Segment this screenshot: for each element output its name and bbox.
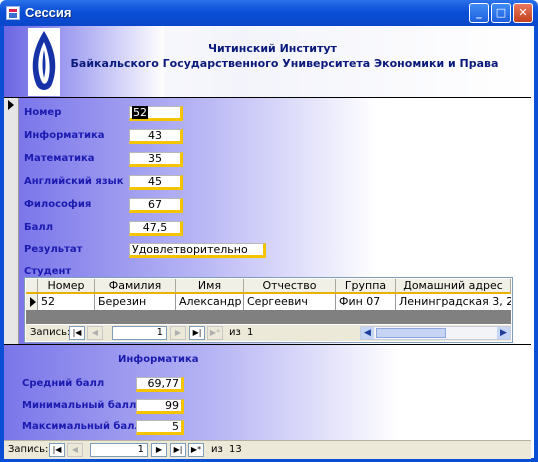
max-score-label: Максимальный балл bbox=[22, 421, 142, 432]
col-header-gruppa[interactable]: Группа bbox=[336, 279, 396, 294]
horizontal-scrollbar[interactable]: ◀ ▶ bbox=[360, 326, 511, 340]
close-button[interactable]: ✕ bbox=[513, 3, 533, 23]
first-record-button[interactable]: |◀ bbox=[69, 326, 85, 340]
institute-title-line2: Байкальского Государственного Университе… bbox=[70, 57, 499, 70]
result-field[interactable]: Удовлетворительно bbox=[129, 243, 266, 258]
nomer-field[interactable]: 52 bbox=[129, 106, 183, 121]
min-score-field[interactable]: 99 bbox=[136, 399, 184, 414]
col-header-nomer[interactable]: Номер bbox=[38, 279, 95, 294]
record-total: 1 bbox=[247, 327, 254, 338]
window-title: Сессия bbox=[25, 5, 72, 20]
col-header-imya[interactable]: Имя bbox=[176, 279, 244, 294]
main-record-total: 13 bbox=[229, 444, 242, 455]
record-selector[interactable] bbox=[4, 98, 19, 344]
avg-score-label: Средний балл bbox=[22, 378, 105, 389]
ball-label: Балл bbox=[24, 222, 54, 233]
scrollbar-thumb[interactable] bbox=[376, 328, 446, 338]
title-bar[interactable]: Сессия _ □ ✕ bbox=[0, 0, 538, 26]
app-icon[interactable] bbox=[6, 6, 20, 20]
cell-otchestvo[interactable]: Сергеевич bbox=[244, 294, 336, 310]
grid-empty-area bbox=[26, 310, 511, 324]
col-header-otchestvo[interactable]: Отчество bbox=[244, 279, 336, 294]
nomer-label: Номер bbox=[24, 107, 62, 118]
result-label: Результат bbox=[24, 244, 83, 255]
window-frame-right bbox=[534, 26, 538, 462]
last-record-button[interactable]: ▶| bbox=[189, 326, 205, 340]
stats-heading: Информатика bbox=[118, 354, 199, 365]
matematika-field[interactable]: 35 bbox=[129, 152, 183, 167]
current-record-icon bbox=[8, 100, 14, 110]
cell-nomer[interactable]: 52 bbox=[38, 294, 95, 310]
main-last-record-button[interactable]: ▶| bbox=[170, 443, 186, 457]
row-selector[interactable] bbox=[26, 294, 38, 310]
matematika-label: Математика bbox=[24, 153, 95, 164]
ball-field[interactable]: 47,5 bbox=[129, 221, 183, 236]
main-record-of-label: из bbox=[211, 444, 223, 455]
scroll-left-arrow-icon[interactable]: ◀ bbox=[361, 327, 374, 339]
english-label: Английский язык bbox=[24, 176, 124, 187]
maximize-button[interactable]: □ bbox=[491, 3, 511, 23]
cell-familiya[interactable]: Березин bbox=[95, 294, 176, 310]
subform-record-navigator: Запись: |◀ ◀ 1 ▶ ▶| ▶* из 1 ◀ ▶ bbox=[26, 325, 511, 341]
header-corner[interactable] bbox=[26, 279, 38, 294]
record-of-label: из bbox=[229, 327, 241, 338]
informatika-field[interactable]: 43 bbox=[129, 129, 183, 144]
main-new-record-button[interactable]: ▶* bbox=[188, 443, 204, 457]
informatika-label: Информатика bbox=[24, 130, 105, 141]
col-header-familiya[interactable]: Фамилия bbox=[95, 279, 176, 294]
nomer-value: 52 bbox=[132, 106, 148, 119]
cell-address[interactable]: Ленинградская 3, 28 bbox=[396, 294, 511, 310]
minimize-button[interactable]: _ bbox=[469, 3, 489, 23]
philosophy-field[interactable]: 67 bbox=[129, 198, 183, 213]
section-divider bbox=[4, 97, 531, 98]
col-header-address[interactable]: Домашний адрес bbox=[396, 279, 511, 294]
min-score-label: Минимальный балл bbox=[22, 400, 137, 411]
main-first-record-button[interactable]: |◀ bbox=[49, 443, 65, 457]
main-record-number-input[interactable]: 1 bbox=[90, 443, 148, 457]
main-next-record-button[interactable]: ▶ bbox=[151, 443, 167, 457]
student-label: Студент bbox=[24, 266, 72, 277]
footer-divider bbox=[4, 344, 531, 345]
cell-imya[interactable]: Александр bbox=[176, 294, 244, 310]
record-nav-label: Запись: bbox=[30, 327, 71, 338]
record-number-input[interactable]: 1 bbox=[112, 326, 167, 340]
cell-gruppa[interactable]: Фин 07 bbox=[336, 294, 396, 310]
main-record-navigator: Запись: |◀ ◀ 1 ▶ ▶| ▶* из 13 bbox=[4, 440, 531, 459]
institute-title-line1: Читинский Институт bbox=[208, 42, 337, 55]
scroll-right-arrow-icon[interactable]: ▶ bbox=[497, 327, 510, 339]
english-field[interactable]: 45 bbox=[129, 175, 183, 190]
main-record-nav-label: Запись: bbox=[8, 444, 49, 455]
next-record-button[interactable]: ▶ bbox=[170, 326, 186, 340]
philosophy-label: Философия bbox=[24, 199, 92, 210]
max-score-field[interactable]: 5 bbox=[136, 420, 184, 435]
prev-record-button[interactable]: ◀ bbox=[87, 326, 103, 340]
main-prev-record-button[interactable]: ◀ bbox=[67, 443, 83, 457]
avg-score-field[interactable]: 69,77 bbox=[136, 377, 184, 392]
new-record-button[interactable]: ▶* bbox=[207, 326, 223, 340]
